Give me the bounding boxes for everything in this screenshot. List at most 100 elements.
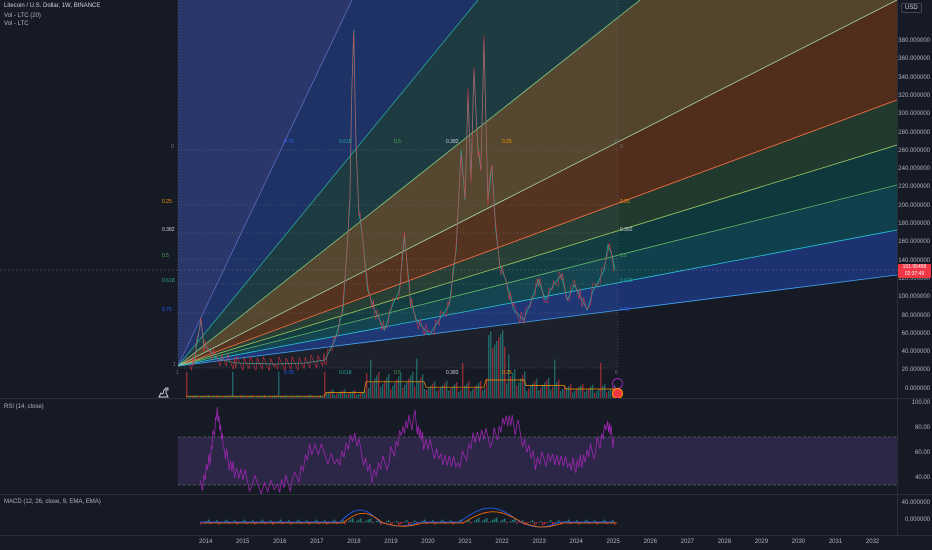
volume-bar bbox=[424, 389, 426, 398]
volume-bar bbox=[590, 386, 592, 398]
last-price-countdown: 02:37:49 bbox=[904, 271, 925, 277]
price-chart-svg bbox=[0, 0, 897, 398]
volume-bar bbox=[554, 359, 556, 398]
macd-hist-bar bbox=[536, 522, 538, 524]
macd-hist-bar bbox=[366, 520, 368, 523]
volume-bar bbox=[568, 385, 570, 398]
rsi-axis-label: 100.00 bbox=[911, 400, 930, 406]
volume-bar bbox=[374, 378, 376, 398]
fib-level-label: 0.382 bbox=[162, 227, 175, 233]
volume-bar bbox=[500, 333, 502, 398]
last-price-tag: 101.95458 02:37:49 bbox=[898, 264, 931, 278]
volume-bar bbox=[278, 371, 280, 398]
price-axis-label: 60.000000 bbox=[901, 330, 930, 337]
macd-hist-bar bbox=[554, 522, 556, 524]
time-axis-label: 2017 bbox=[310, 539, 324, 545]
volume-bar bbox=[404, 384, 406, 398]
volume-bar bbox=[524, 371, 526, 398]
macd-hist-bar bbox=[556, 521, 558, 523]
macd-hist-bar bbox=[372, 522, 374, 524]
macd-hist-bar bbox=[484, 519, 486, 523]
volume-bar bbox=[490, 331, 492, 398]
volume-bar bbox=[520, 378, 522, 398]
price-axis-label: 180.000000 bbox=[898, 221, 930, 227]
fib-bottom-label: 0.75 bbox=[284, 370, 294, 376]
price-axis-label: 280.000000 bbox=[898, 129, 930, 136]
volume-bar bbox=[608, 390, 610, 398]
currency-button[interactable]: USD bbox=[901, 3, 922, 13]
macd-hist-bar bbox=[502, 519, 504, 523]
macd-hist-bar bbox=[364, 521, 366, 523]
volume-legend-1[interactable]: Vol - LTC (20) bbox=[4, 13, 41, 19]
rsi-axis[interactable]: 100.00 80.00 60.00 40.00 bbox=[897, 399, 932, 494]
macd-hist-bar bbox=[362, 522, 364, 523]
volume-legend-2[interactable]: Vol - LTC bbox=[4, 21, 29, 27]
time-axis-label: 2022 bbox=[495, 539, 509, 545]
macd-legend[interactable]: MACD (12, 26, close, 9, EMA, EMA) bbox=[4, 499, 101, 505]
time-axis-label: 2029 bbox=[754, 539, 769, 545]
volume-bar bbox=[452, 386, 454, 398]
volume-bar bbox=[448, 390, 450, 398]
volume-bar bbox=[466, 383, 468, 398]
volume-bar bbox=[426, 389, 428, 398]
volume-bar bbox=[408, 378, 410, 398]
macd-hist-bar bbox=[540, 520, 542, 523]
volume-bar bbox=[354, 390, 356, 398]
macd-hist-bar bbox=[376, 520, 378, 523]
volume-bar bbox=[514, 369, 516, 398]
rsi-pane[interactable]: RSI (14, close) bbox=[0, 399, 897, 494]
price-axis[interactable]: 380.000000 360.000000 340.000000 320.000000… bbox=[897, 0, 932, 410]
volume-bar bbox=[482, 390, 484, 398]
volume-bar bbox=[542, 385, 544, 398]
macd-hist-bar bbox=[200, 522, 202, 525]
volume-bar bbox=[530, 386, 532, 398]
volume-bar bbox=[598, 389, 600, 398]
fib-bottom-label: 0.382 bbox=[446, 370, 459, 376]
chart-title[interactable]: Litecoin / U.S. Dollar, 1W, BINANCE bbox=[4, 3, 100, 9]
macd-axis-label: 0.000000 bbox=[904, 517, 930, 523]
macd-axis[interactable]: 40.000000 0.000000 bbox=[897, 495, 932, 535]
volume-bar bbox=[540, 387, 542, 398]
price-axis-label: 0.000000 bbox=[904, 385, 930, 392]
price-axis-label: 320.000000 bbox=[898, 92, 930, 99]
macd-hist-bar bbox=[542, 522, 544, 526]
price-axis-label: 20.000000 bbox=[901, 367, 930, 374]
time-axis-label: 2031 bbox=[828, 539, 843, 545]
volume-bar bbox=[368, 387, 370, 398]
rsi-axis-label: 80.00 bbox=[914, 425, 930, 431]
macd-hist-bar bbox=[348, 520, 350, 523]
fib-right-label: 0.25 bbox=[620, 199, 630, 205]
volume-bar bbox=[526, 391, 528, 398]
fib-top-label: 0.5 bbox=[394, 139, 401, 145]
volume-bar bbox=[352, 391, 354, 398]
time-axis-label: 2025 bbox=[606, 539, 620, 545]
rsi-legend[interactable]: RSI (14, close) bbox=[4, 404, 44, 410]
price-pane[interactable]: 0 0.25 0.382 0.5 0.618 0.75 1 0.75 0.618 0.5 0.38… bbox=[0, 0, 897, 399]
time-axis-label: 2032 bbox=[865, 539, 880, 545]
macd-hist-bar bbox=[368, 519, 370, 523]
volume-bar bbox=[498, 337, 500, 398]
price-axis-label: 160.000000 bbox=[898, 239, 930, 246]
fib-right-label: 0 bbox=[620, 144, 623, 150]
volume-bar bbox=[580, 385, 582, 398]
volume-bar bbox=[562, 388, 564, 398]
macd-hist-bar bbox=[352, 518, 354, 523]
macd-hist-bar bbox=[396, 520, 398, 523]
macd-hist-bar bbox=[492, 519, 494, 523]
volume-bar bbox=[436, 391, 438, 398]
volume-bar bbox=[186, 372, 188, 398]
macd-hist-bar bbox=[386, 521, 388, 523]
fib-level-label: 1 bbox=[173, 362, 176, 368]
time-axis-label: 2026 bbox=[643, 539, 657, 545]
dino-icon[interactable] bbox=[157, 385, 171, 399]
time-axis-label: 2023 bbox=[532, 539, 546, 545]
volume-bar bbox=[492, 348, 494, 398]
macd-hist-bar bbox=[530, 521, 532, 523]
volume-bar bbox=[392, 385, 394, 398]
macd-hist-bar bbox=[412, 521, 414, 523]
macd-hist-bar bbox=[482, 520, 484, 523]
volume-bar bbox=[412, 372, 414, 398]
volume-bar bbox=[414, 386, 416, 398]
volume-bar bbox=[576, 388, 578, 398]
macd-pane[interactable]: MACD (12, 26, close, 9, EMA, EMA) bbox=[0, 495, 897, 535]
